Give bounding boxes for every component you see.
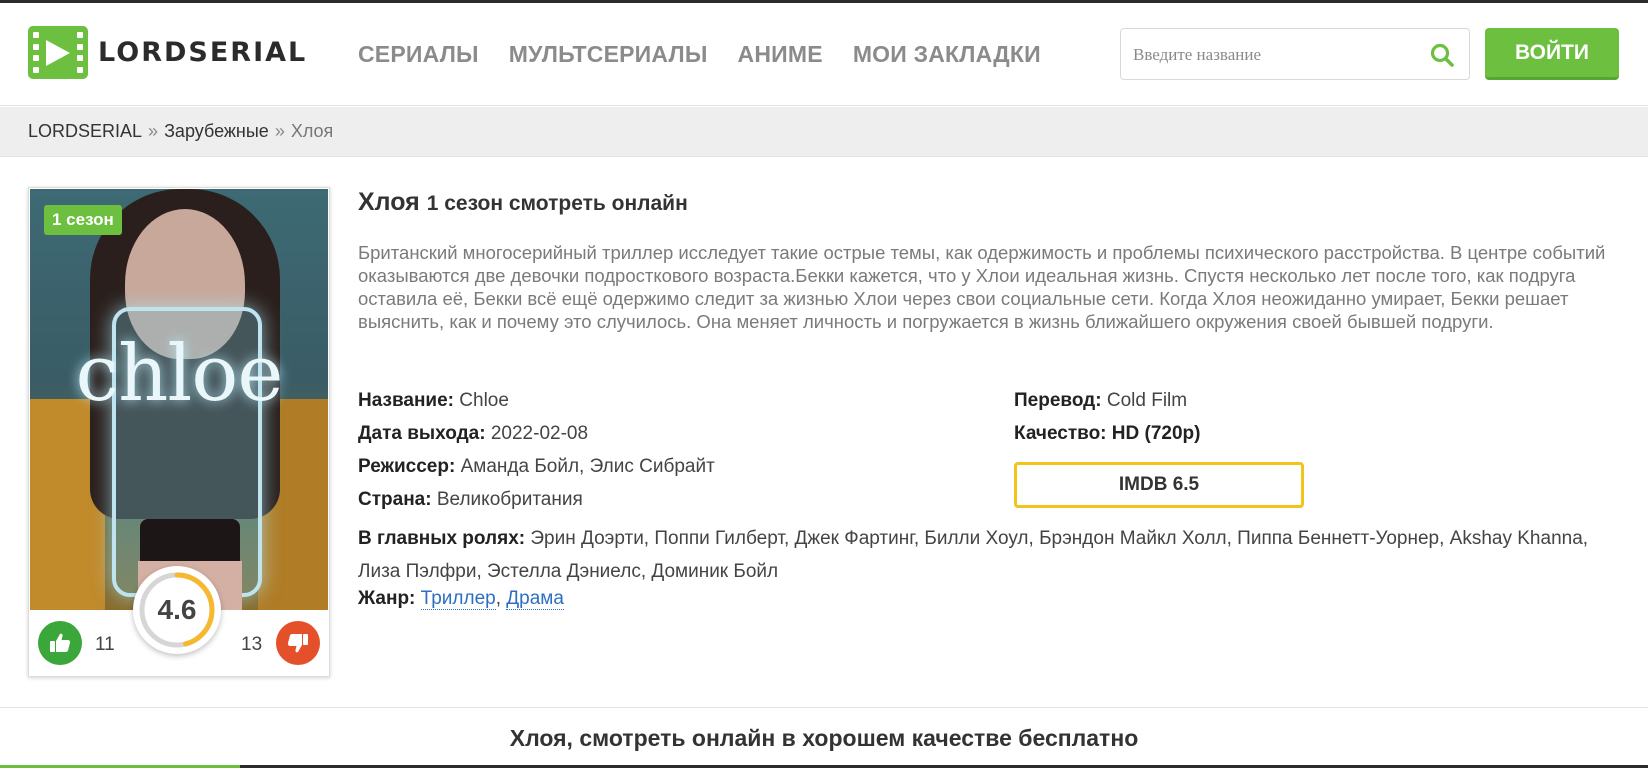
description: Британский многосерийный триллер исследу… — [358, 242, 1606, 332]
info-genre: Жанр: Триллер, Драма — [358, 588, 564, 610]
info-right: Перевод: Cold Film Качество: HD (720p) — [1014, 390, 1200, 456]
poster-image[interactable]: chloe 1 сезон — [30, 189, 328, 610]
poster-title-art: chloe — [75, 329, 284, 419]
imdb-rating[interactable]: IMDB 6.5 — [1014, 462, 1304, 508]
dislike-count: 13 — [241, 634, 263, 655]
info-left: Название: Chloe Дата выхода: 2022-02-08 … — [358, 390, 715, 522]
site-logo[interactable]: LORDSERIAL — [28, 26, 307, 79]
poster-card: chloe 1 сезон 4.6 11 13 — [28, 187, 330, 677]
title-sub: 1 сезон смотреть онлайн — [426, 192, 688, 215]
info-translation: Перевод: Cold Film — [1014, 390, 1188, 411]
genre-link-drama[interactable]: Драма — [506, 588, 564, 610]
info-name: Название: Chloe — [358, 390, 509, 411]
nav-cartoon-serials[interactable]: МУЛЬТСЕРИАЛЫ — [509, 41, 708, 68]
thumbs-up-icon — [50, 633, 71, 652]
nav-bookmarks[interactable]: МОИ ЗАКЛАДКИ — [853, 41, 1041, 68]
thumbs-down-icon — [287, 634, 308, 653]
site-header: LORDSERIAL СЕРИАЛЫ МУЛЬТСЕРИАЛЫ АНИМЕ МО… — [0, 3, 1648, 106]
genre-link-thriller[interactable]: Триллер — [420, 588, 496, 610]
info-cast: В главных ролях: Эрин Доэрти, Поппи Гилб… — [358, 528, 1589, 582]
season-badge: 1 сезон — [44, 205, 122, 235]
film-play-icon — [28, 26, 88, 79]
page-title: Хлоя 1 сезон смотреть онлайн — [358, 188, 688, 217]
breadcrumb: LORDSERIAL » Зарубежные » Хлоя — [0, 107, 1648, 157]
info-country: Страна: Великобритания — [358, 489, 583, 510]
search-icon[interactable] — [1429, 42, 1455, 68]
login-button[interactable]: ВОЙТИ — [1485, 28, 1619, 80]
like-button[interactable] — [38, 621, 82, 665]
dislike-button[interactable] — [276, 621, 320, 665]
breadcrumb-separator: » — [274, 121, 285, 141]
rating-circle: 4.6 — [133, 566, 221, 654]
rating-value: 4.6 — [157, 594, 197, 625]
nav-anime[interactable]: АНИМЕ — [738, 41, 823, 68]
breadcrumb-foreign[interactable]: Зарубежные — [164, 121, 269, 142]
like-count: 11 — [95, 634, 115, 655]
info-quality: Качество: HD (720p) — [1014, 423, 1201, 444]
breadcrumb-home[interactable]: LORDSERIAL — [28, 121, 142, 142]
logo-text: LORDSERIAL — [98, 37, 308, 68]
breadcrumb-separator: » — [148, 121, 159, 141]
title-main: Хлоя — [358, 188, 420, 216]
info-director: Режиссер: Аманда Бойл, Элис Сибрайт — [358, 456, 715, 477]
search-input[interactable] — [1133, 39, 1423, 71]
info-date: Дата выхода: 2022-02-08 — [358, 423, 589, 444]
nav-serials[interactable]: СЕРИАЛЫ — [358, 41, 479, 68]
breadcrumb-current: Хлоя — [290, 121, 334, 141]
search-box — [1120, 28, 1470, 80]
main-nav: СЕРИАЛЫ МУЛЬТСЕРИАЛЫ АНИМЕ МОИ ЗАКЛАДКИ — [358, 41, 1071, 68]
bottom-bar: Хлоя, смотреть онлайн в хорошем качестве… — [0, 707, 1648, 768]
watch-section-title: Хлоя, смотреть онлайн в хорошем качестве… — [509, 725, 1139, 751]
